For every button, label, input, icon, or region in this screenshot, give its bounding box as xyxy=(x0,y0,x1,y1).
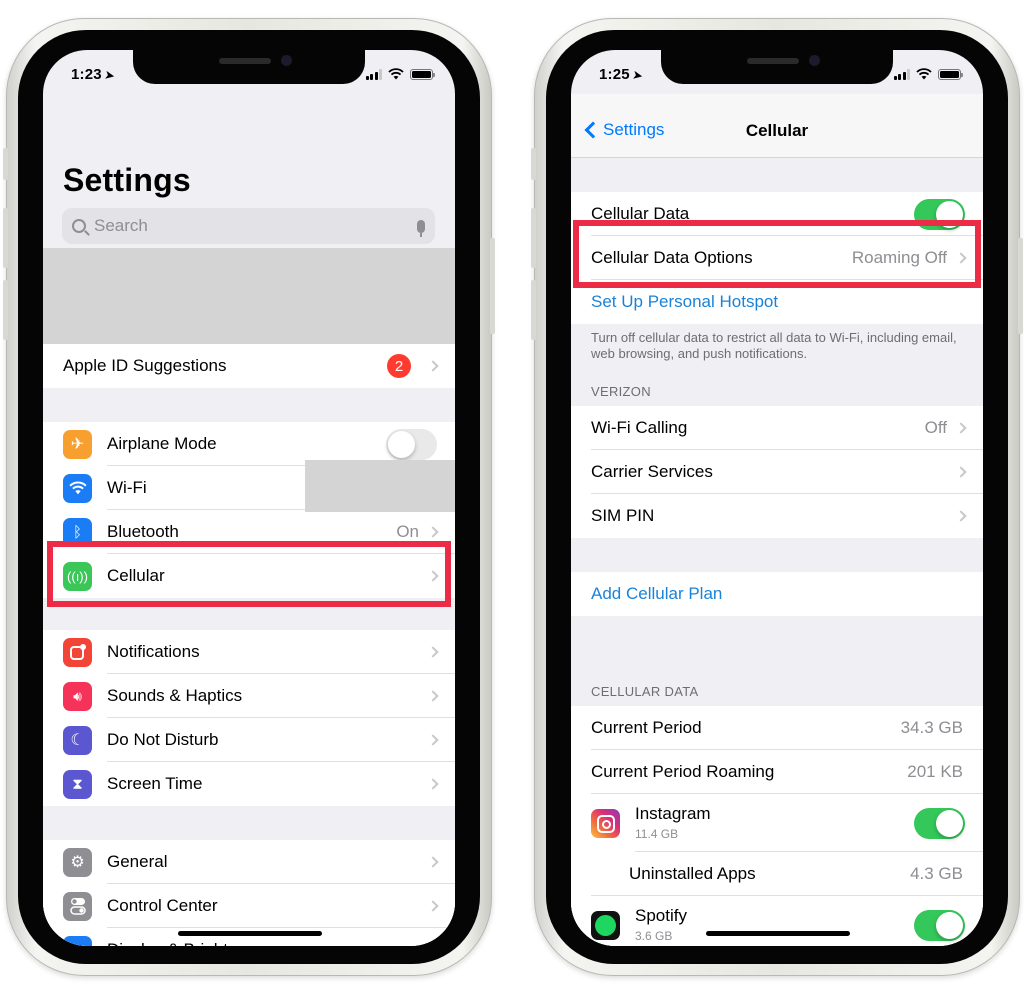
wifi-calling-row[interactable]: Wi-Fi Calling Off xyxy=(571,406,983,450)
battery-icon xyxy=(938,68,963,80)
chevron-right-icon xyxy=(427,690,439,702)
redacted-wifi-network xyxy=(305,460,455,512)
left-phone-frame: 1:23➤ Settings Apple ID Suggestions 2 ✈ xyxy=(3,18,495,976)
current-period-row: Current Period 34.3 GB xyxy=(571,706,983,750)
general-row[interactable]: ⚙ General xyxy=(43,840,455,884)
search-input[interactable] xyxy=(94,216,417,236)
volume-down-button xyxy=(3,280,8,340)
switches-icon xyxy=(63,891,92,921)
control-center-row[interactable]: Control Center xyxy=(43,884,455,928)
microphone-icon[interactable] xyxy=(417,219,425,237)
instagram-toggle[interactable] xyxy=(914,807,965,839)
status-time: 1:23 ➤ xyxy=(71,66,116,83)
navigation-bar: Settings Cellular xyxy=(571,94,983,158)
cellular-data-footer: Turn off cellular data to restrict all d… xyxy=(591,330,957,361)
nav-title: Cellular xyxy=(745,121,809,140)
chevron-right-icon xyxy=(427,944,439,946)
chevron-right-icon xyxy=(427,778,439,790)
cellular-row[interactable]: ((ı)) Cellular xyxy=(43,554,455,598)
wifi-status-icon xyxy=(388,68,404,80)
screen-time-row[interactable]: ⧗ Screen Time xyxy=(43,762,455,806)
side-button xyxy=(490,238,495,334)
wifi-status-icon xyxy=(916,68,932,80)
status-time: 1:25 ➤ xyxy=(599,66,644,83)
airplane-mode-toggle[interactable] xyxy=(386,428,437,460)
page-title: Settings xyxy=(63,162,191,198)
location-arrow-icon: ➤ xyxy=(631,69,644,83)
carrier-group: Wi-Fi Calling Off Carrier Services SIM P… xyxy=(571,406,983,538)
display-icon: AA xyxy=(63,935,92,946)
settings-screen: 1:23➤ Settings Apple ID Suggestions 2 ✈ xyxy=(43,50,455,946)
sounds-haptics-row[interactable]: 🔊︎ Sounds & Haptics xyxy=(43,674,455,718)
signal-icon xyxy=(365,68,382,80)
cellular-data-row[interactable]: Cellular Data xyxy=(571,192,983,236)
home-indicator[interactable] xyxy=(178,931,322,936)
app-row-instagram: Instagram 11.4 GB xyxy=(571,794,983,852)
uninstalled-apps-row: Uninstalled Apps 4.3 GB xyxy=(571,852,983,896)
chevron-right-icon xyxy=(955,510,967,522)
chevron-right-icon xyxy=(427,526,439,538)
app-row-spotify: Spotify 3.6 GB xyxy=(571,896,983,946)
chevron-right-icon xyxy=(427,734,439,746)
cellular-data-options-row[interactable]: Cellular Data Options Roaming Off xyxy=(571,236,983,280)
do-not-disturb-row[interactable]: ☾ Do Not Disturb xyxy=(43,718,455,762)
add-plan-group: Add Cellular Plan xyxy=(571,572,983,616)
chevron-right-icon xyxy=(427,360,439,372)
cellular-data-toggle[interactable] xyxy=(914,198,965,230)
battery-icon xyxy=(410,68,435,80)
volume-up-button xyxy=(531,208,536,268)
chevron-right-icon xyxy=(955,422,967,434)
spotify-toggle[interactable] xyxy=(914,909,965,941)
gear-icon: ⚙ xyxy=(63,847,92,877)
speaker-icon: 🔊︎ xyxy=(63,681,92,711)
notifications-group: Notifications 🔊︎ Sounds & Haptics ☾ Do N… xyxy=(43,630,455,806)
sim-pin-row[interactable]: SIM PIN xyxy=(571,494,983,538)
signal-icon xyxy=(893,68,910,80)
notifications-row[interactable]: Notifications xyxy=(43,630,455,674)
airplane-icon: ✈ xyxy=(63,429,92,459)
spotify-icon xyxy=(591,910,620,940)
volume-up-button xyxy=(3,208,8,268)
home-indicator[interactable] xyxy=(706,931,850,936)
chevron-right-icon xyxy=(427,900,439,912)
chevron-right-icon xyxy=(955,252,967,264)
current-period-roaming-row: Current Period Roaming 201 KB xyxy=(571,750,983,794)
personal-hotspot-row[interactable]: Set Up Personal Hotspot xyxy=(571,280,983,324)
bluetooth-row[interactable]: ᛒ Bluetooth On xyxy=(43,510,455,554)
right-phone-frame: 1:25 ➤ Settings Cellular Cellular Data Ce… xyxy=(531,18,1023,976)
cellular-antenna-icon: ((ı)) xyxy=(63,561,92,591)
chevron-right-icon xyxy=(427,570,439,582)
side-button xyxy=(1018,238,1023,334)
redacted-profile-area xyxy=(43,248,455,344)
volume-down-button xyxy=(531,280,536,340)
section-header-cellular-data: CELLULAR DATA xyxy=(591,684,699,699)
search-bar[interactable] xyxy=(62,208,435,244)
mute-switch xyxy=(531,148,536,180)
moon-icon: ☾ xyxy=(63,725,92,755)
notifications-icon xyxy=(63,637,92,667)
chevron-right-icon xyxy=(955,466,967,478)
chevron-right-icon xyxy=(427,646,439,658)
instagram-icon xyxy=(591,808,620,838)
cellular-data-group: Cellular Data Cellular Data Options Roam… xyxy=(571,192,983,324)
cellular-screen: 1:25 ➤ Settings Cellular Cellular Data Ce… xyxy=(571,50,983,946)
status-bar: 1:23 ➤ xyxy=(43,64,455,86)
notification-badge: 2 xyxy=(387,354,411,378)
carrier-services-row[interactable]: Carrier Services xyxy=(571,450,983,494)
hourglass-icon: ⧗ xyxy=(63,769,92,799)
location-arrow-icon: ➤ xyxy=(103,69,116,83)
apple-id-group: Apple ID Suggestions 2 xyxy=(43,344,455,388)
wifi-icon xyxy=(63,473,92,503)
bluetooth-icon: ᛒ xyxy=(63,517,92,547)
add-cellular-plan-row[interactable]: Add Cellular Plan xyxy=(571,572,983,616)
apple-id-suggestions-row[interactable]: Apple ID Suggestions 2 xyxy=(43,344,455,388)
chevron-right-icon xyxy=(427,856,439,868)
section-header-carrier: VERIZON xyxy=(591,384,651,399)
status-bar: 1:25 ➤ xyxy=(571,64,983,86)
search-icon xyxy=(72,219,86,233)
mute-switch xyxy=(3,148,8,180)
usage-group: Current Period 34.3 GB Current Period Ro… xyxy=(571,706,983,946)
